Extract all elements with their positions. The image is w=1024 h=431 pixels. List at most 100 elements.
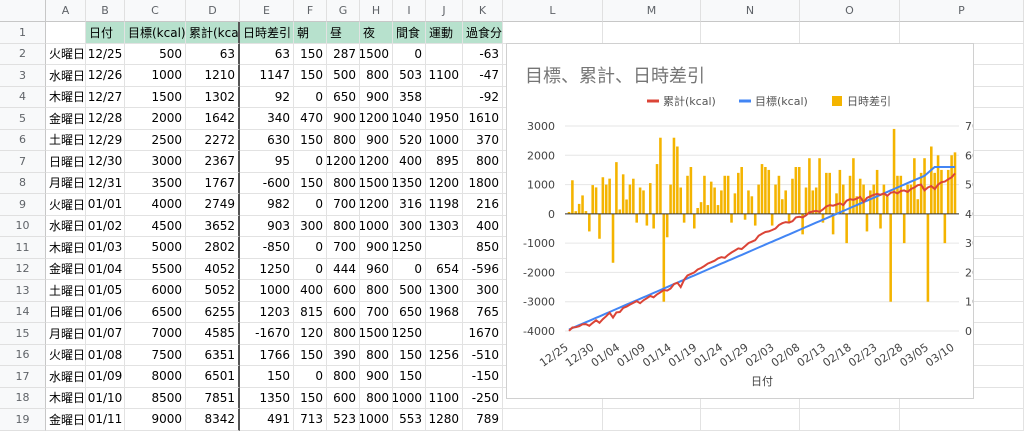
table-cell[interactable]: 1200: [327, 151, 360, 173]
table-cell[interactable]: 1500: [125, 86, 186, 108]
column-header-E[interactable]: E: [240, 0, 294, 22]
table-cell[interactable]: 木曜日: [46, 237, 86, 259]
column-header-L[interactable]: L: [503, 0, 603, 22]
table-cell[interactable]: 1198: [426, 194, 463, 216]
table-cell[interactable]: 358: [393, 86, 426, 108]
table-cell[interactable]: 01/08: [86, 344, 125, 366]
select-all-corner[interactable]: [0, 0, 46, 22]
table-cell[interactable]: 1000: [125, 65, 186, 87]
table-cell[interactable]: -1670: [240, 323, 294, 345]
table-cell[interactable]: 1200: [360, 194, 393, 216]
table-cell[interactable]: 12/30: [86, 151, 125, 173]
table-cell[interactable]: 900: [360, 366, 393, 388]
table-cell[interactable]: 12/26: [86, 65, 125, 87]
table-cell[interactable]: 654: [426, 258, 463, 280]
table-cell[interactable]: 982: [240, 194, 294, 216]
table-cell[interactable]: -150: [463, 366, 503, 388]
column-header-O[interactable]: O: [800, 0, 900, 22]
column-header-G[interactable]: G: [327, 0, 360, 22]
table-cell[interactable]: 600: [327, 280, 360, 302]
table-cell[interactable]: 01/09: [86, 366, 125, 388]
table-cell[interactable]: 土曜日: [46, 280, 86, 302]
table-cell[interactable]: 92: [240, 86, 294, 108]
column-header-F[interactable]: F: [294, 0, 327, 22]
header-cell[interactable]: 累計(kcal): [186, 22, 240, 44]
table-cell[interactable]: 火曜日: [46, 43, 86, 65]
table-cell[interactable]: 1300: [426, 280, 463, 302]
header-cell[interactable]: 日時差引: [240, 22, 294, 44]
table-cell[interactable]: 503: [393, 65, 426, 87]
table-cell[interactable]: 水曜日: [46, 215, 86, 237]
header-cell[interactable]: 昼: [327, 22, 360, 44]
table-cell[interactable]: [426, 366, 463, 388]
table-cell[interactable]: 3000: [125, 151, 186, 173]
table-cell[interactable]: 月曜日: [46, 172, 86, 194]
table-cell[interactable]: 7000: [125, 323, 186, 345]
table-cell[interactable]: 850: [463, 237, 503, 259]
table-cell[interactable]: 1302: [186, 86, 240, 108]
header-cell[interactable]: 朝: [294, 22, 327, 44]
table-cell[interactable]: 12/25: [86, 43, 125, 65]
table-cell[interactable]: 木曜日: [46, 86, 86, 108]
table-cell[interactable]: 金曜日: [46, 409, 86, 431]
table-cell[interactable]: 1000: [240, 280, 294, 302]
table-cell[interactable]: 01/05: [86, 280, 125, 302]
table-cell[interactable]: 月曜日: [46, 323, 86, 345]
table-cell[interactable]: 1250: [393, 323, 426, 345]
table-cell[interactable]: 01/04: [86, 258, 125, 280]
table-cell[interactable]: 9000: [125, 409, 186, 431]
table-cell[interactable]: 6500: [125, 301, 186, 323]
table-cell[interactable]: [800, 409, 900, 431]
table-cell[interactable]: 01/11: [86, 409, 125, 431]
chart[interactable]: 目標、累計、日時差引 3000 2000 1000 0 -1000 -2000 -3000-…: [506, 43, 974, 399]
table-cell[interactable]: 1000: [360, 215, 393, 237]
table-cell[interactable]: 700: [327, 194, 360, 216]
table-cell[interactable]: [900, 22, 1024, 44]
table-cell[interactable]: 1766: [240, 344, 294, 366]
table-cell[interactable]: 63: [186, 43, 240, 65]
table-cell[interactable]: 2272: [186, 129, 240, 151]
table-cell[interactable]: 800: [327, 172, 360, 194]
table-cell[interactable]: 300: [393, 215, 426, 237]
table-cell[interactable]: 1147: [240, 65, 294, 87]
table-cell[interactable]: 6501: [186, 366, 240, 388]
table-cell[interactable]: 713: [294, 409, 327, 431]
header-cell[interactable]: 間食: [393, 22, 426, 44]
table-cell[interactable]: 12/29: [86, 129, 125, 151]
table-cell[interactable]: 650: [327, 86, 360, 108]
table-cell[interactable]: 300: [463, 280, 503, 302]
table-cell[interactable]: 340: [240, 108, 294, 130]
table-cell[interactable]: 01/03: [86, 237, 125, 259]
table-cell[interactable]: 6351: [186, 344, 240, 366]
table-cell[interactable]: 0: [393, 258, 426, 280]
header-cell[interactable]: 目標(kcal): [125, 22, 186, 44]
table-cell[interactable]: 800: [360, 344, 393, 366]
table-cell[interactable]: 520: [393, 129, 426, 151]
table-cell[interactable]: 150: [294, 43, 327, 65]
row-header[interactable]: 11: [0, 237, 46, 259]
table-cell[interactable]: -600: [240, 172, 294, 194]
header-cell[interactable]: 運動: [426, 22, 463, 44]
table-cell[interactable]: 500: [327, 65, 360, 87]
table-cell[interactable]: 1210: [186, 65, 240, 87]
table-cell[interactable]: 4000: [125, 194, 186, 216]
row-header[interactable]: 6: [0, 129, 46, 151]
header-cell[interactable]: 日付: [86, 22, 125, 44]
table-cell[interactable]: 815: [294, 301, 327, 323]
table-cell[interactable]: 7500: [125, 344, 186, 366]
header-cell[interactable]: 夜: [360, 22, 393, 44]
table-cell[interactable]: [426, 86, 463, 108]
table-cell[interactable]: 300: [294, 215, 327, 237]
table-cell[interactable]: -63: [463, 43, 503, 65]
table-cell[interactable]: 400: [463, 215, 503, 237]
table-cell[interactable]: 150: [240, 366, 294, 388]
table-cell[interactable]: 5500: [125, 258, 186, 280]
column-header-C[interactable]: C: [125, 0, 186, 22]
table-cell[interactable]: 1350: [393, 172, 426, 194]
table-cell[interactable]: 800: [327, 215, 360, 237]
table-cell[interactable]: 0: [294, 86, 327, 108]
table-cell[interactable]: 700: [360, 301, 393, 323]
table-cell[interactable]: 1500: [360, 172, 393, 194]
table-cell[interactable]: 1100: [426, 65, 463, 87]
table-cell[interactable]: 01/02: [86, 215, 125, 237]
